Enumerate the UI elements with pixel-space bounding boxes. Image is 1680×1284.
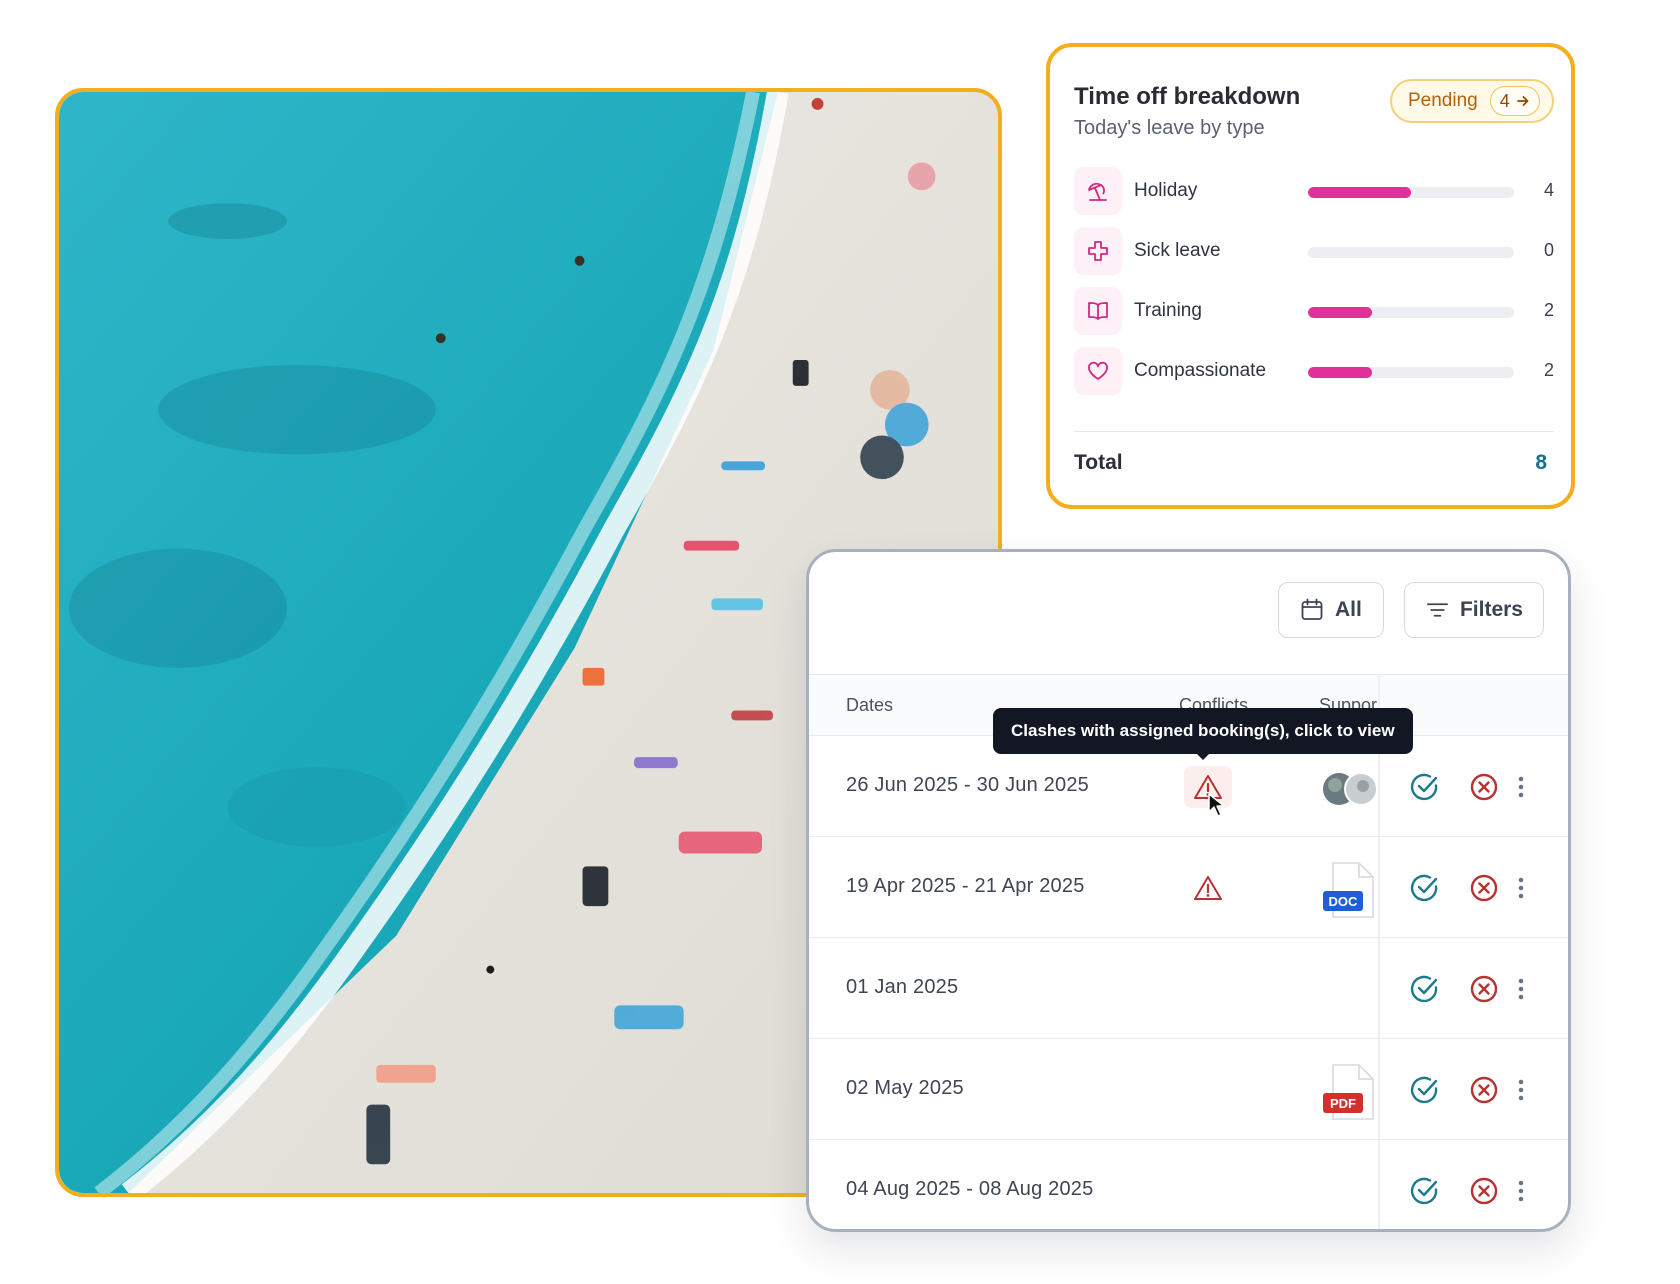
filters-button[interactable]: Filters [1404, 582, 1544, 638]
leave-progress-fill [1308, 307, 1372, 318]
arrow-right-icon [1516, 96, 1529, 106]
date-range-all-button[interactable]: All [1278, 582, 1384, 638]
column-header-dates[interactable]: Dates [846, 695, 893, 716]
approve-check-icon[interactable] [1409, 872, 1441, 904]
pending-count-badge: 4 [1489, 86, 1540, 116]
reject-x-icon[interactable] [1468, 872, 1500, 904]
mouse-cursor-icon [1208, 793, 1225, 817]
approve-check-icon[interactable] [1409, 771, 1441, 803]
leave-progress-fill [1308, 187, 1411, 198]
total-value: 8 [1535, 451, 1547, 474]
leave-label: Training [1134, 300, 1202, 321]
heart-icon [1074, 347, 1122, 395]
conflict-warning-icon[interactable] [1184, 867, 1232, 909]
reject-x-icon[interactable] [1468, 771, 1500, 803]
table-row: 02 May 2025 PDF [809, 1039, 1568, 1140]
leave-row-compassionate: Compassionate 2 [1074, 347, 1554, 397]
reject-x-icon[interactable] [1468, 1175, 1500, 1207]
card-subtitle: Today's leave by type [1074, 117, 1265, 139]
pdf-file-icon[interactable]: PDF [1321, 1061, 1379, 1123]
request-dates: 26 Jun 2025 - 30 Jun 2025 [846, 774, 1089, 796]
pending-count: 4 [1499, 90, 1510, 111]
leave-count: 0 [1543, 240, 1554, 260]
more-vertical-icon[interactable] [1509, 872, 1533, 904]
leave-count: 4 [1543, 180, 1554, 200]
leave-label: Holiday [1134, 180, 1198, 201]
more-vertical-icon[interactable] [1509, 1175, 1533, 1207]
request-dates: 04 Aug 2025 - 08 Aug 2025 [846, 1178, 1094, 1200]
more-vertical-icon[interactable] [1509, 771, 1533, 803]
more-vertical-icon[interactable] [1509, 1074, 1533, 1106]
tooltip-caret [1195, 752, 1211, 760]
total-label: Total [1074, 451, 1123, 474]
support-file-type: DOC [1329, 894, 1359, 909]
leave-label: Compassionate [1134, 360, 1267, 381]
table-row: 01 Jan 2025 [809, 938, 1568, 1039]
support-file-type: PDF [1330, 1096, 1356, 1111]
table-row: 19 Apr 2025 - 21 Apr 2025 DOC [809, 837, 1568, 938]
leave-label: Sick leave [1134, 240, 1221, 261]
pending-button[interactable]: Pending 4 [1390, 79, 1554, 123]
doc-file-icon[interactable]: DOC [1321, 859, 1379, 921]
leave-row-sick: Sick leave 0 [1074, 227, 1554, 277]
time-off-breakdown-card: Time off breakdown Today's leave by type… [1046, 43, 1575, 509]
filters-label: Filters [1459, 598, 1523, 621]
reject-x-icon[interactable] [1468, 1074, 1500, 1106]
conflict-tooltip: Clashes with assigned booking(s), click … [993, 708, 1413, 754]
leave-count: 2 [1543, 300, 1554, 320]
approve-check-icon[interactable] [1409, 1175, 1441, 1207]
request-dates: 19 Apr 2025 - 21 Apr 2025 [846, 875, 1085, 897]
all-label: All [1335, 598, 1362, 621]
leave-progress-bar [1308, 247, 1514, 258]
calendar-icon [1301, 598, 1323, 620]
table-row: 04 Aug 2025 - 08 Aug 2025 [809, 1140, 1568, 1229]
supporting-avatars[interactable] [1321, 758, 1379, 820]
pending-label: Pending [1408, 90, 1478, 111]
leave-progress-bar [1308, 307, 1514, 318]
book-icon [1074, 287, 1122, 335]
divider [1074, 431, 1554, 432]
request-dates: 01 Jan 2025 [846, 976, 959, 998]
leave-progress-bar [1308, 187, 1514, 198]
approve-check-icon[interactable] [1409, 1074, 1441, 1106]
request-dates: 02 May 2025 [846, 1077, 964, 1099]
medical-cross-icon [1074, 227, 1122, 275]
reject-x-icon[interactable] [1468, 973, 1500, 1005]
leave-requests-table-card: All Filters Dates Conflicts Suppor 26 Ju… [806, 549, 1571, 1232]
leave-row-holiday: Holiday 4 [1074, 167, 1554, 217]
leave-count: 2 [1543, 360, 1554, 380]
beach-umbrella-icon [1074, 167, 1122, 215]
approve-check-icon[interactable] [1409, 973, 1441, 1005]
leave-row-training: Training 2 [1074, 287, 1554, 337]
filter-lines-icon [1426, 603, 1449, 617]
more-vertical-icon[interactable] [1509, 973, 1533, 1005]
leave-progress-fill [1308, 367, 1372, 378]
leave-progress-bar [1308, 367, 1514, 378]
card-title: Time off breakdown [1074, 83, 1301, 110]
